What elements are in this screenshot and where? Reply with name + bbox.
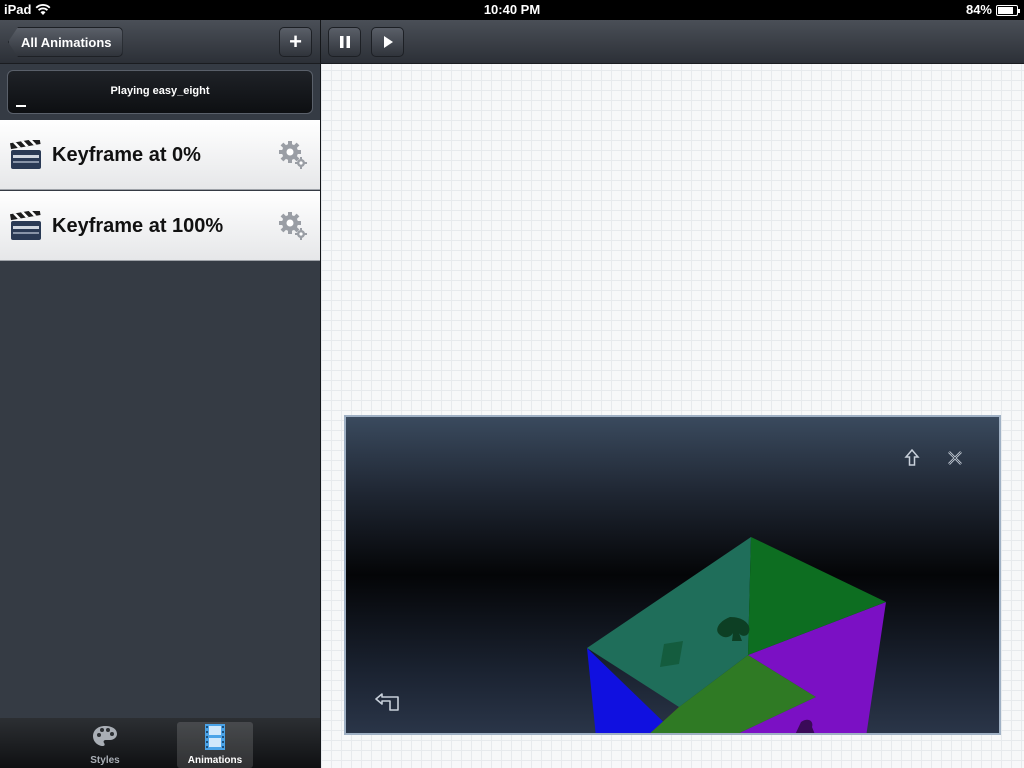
- clock: 10:40 PM: [483, 2, 541, 17]
- keyframe-label: Keyframe at 100%: [52, 215, 224, 237]
- play-icon: [383, 36, 393, 48]
- canvas-area: [321, 20, 1024, 768]
- plus-icon: +: [289, 29, 302, 54]
- play-button[interactable]: [371, 27, 404, 57]
- pause-button[interactable]: [328, 27, 361, 57]
- gear-icon[interactable]: [278, 211, 308, 241]
- status-bar: iPad 10:40 PM 84%: [0, 0, 1024, 20]
- tab-label: Animations: [187, 755, 243, 766]
- tab-bar: Styles Animations: [0, 718, 320, 768]
- tab-label: Styles: [90, 755, 120, 766]
- back-button-label: All Animations: [21, 34, 112, 50]
- 3d-cube-render: [587, 537, 886, 733]
- tab-animations[interactable]: Animations: [177, 722, 253, 768]
- list-item-keyframe-100[interactable]: Keyframe at 100%: [0, 191, 320, 261]
- clapperboard-icon: [10, 140, 41, 169]
- back-button[interactable]: All Animations: [8, 27, 123, 57]
- playing-label: Playing easy_eight: [110, 85, 210, 97]
- palette-icon: [93, 726, 117, 746]
- pause-icon: [339, 36, 350, 48]
- clapperboard-icon: [10, 211, 41, 240]
- gear-icon[interactable]: [278, 140, 308, 170]
- animation-preview: [344, 415, 1001, 735]
- list-item-keyframe-0[interactable]: Keyframe at 0%: [0, 120, 320, 190]
- playback-status-panel: Playing easy_eight: [7, 70, 313, 114]
- tab-styles[interactable]: Styles: [67, 722, 143, 768]
- battery-icon: [996, 4, 1020, 16]
- playback-progress-bar: [16, 105, 26, 107]
- animations-sidebar: All Animations + Playing easy_eight Keyf…: [0, 20, 320, 768]
- battery-percent: 84%: [965, 2, 992, 17]
- keyframe-label: Keyframe at 0%: [52, 144, 201, 166]
- sidebar-nav-bar: All Animations +: [0, 20, 320, 64]
- playback-toolbar: [321, 20, 1024, 64]
- add-keyframe-button[interactable]: +: [279, 27, 312, 57]
- film-icon: [205, 724, 225, 750]
